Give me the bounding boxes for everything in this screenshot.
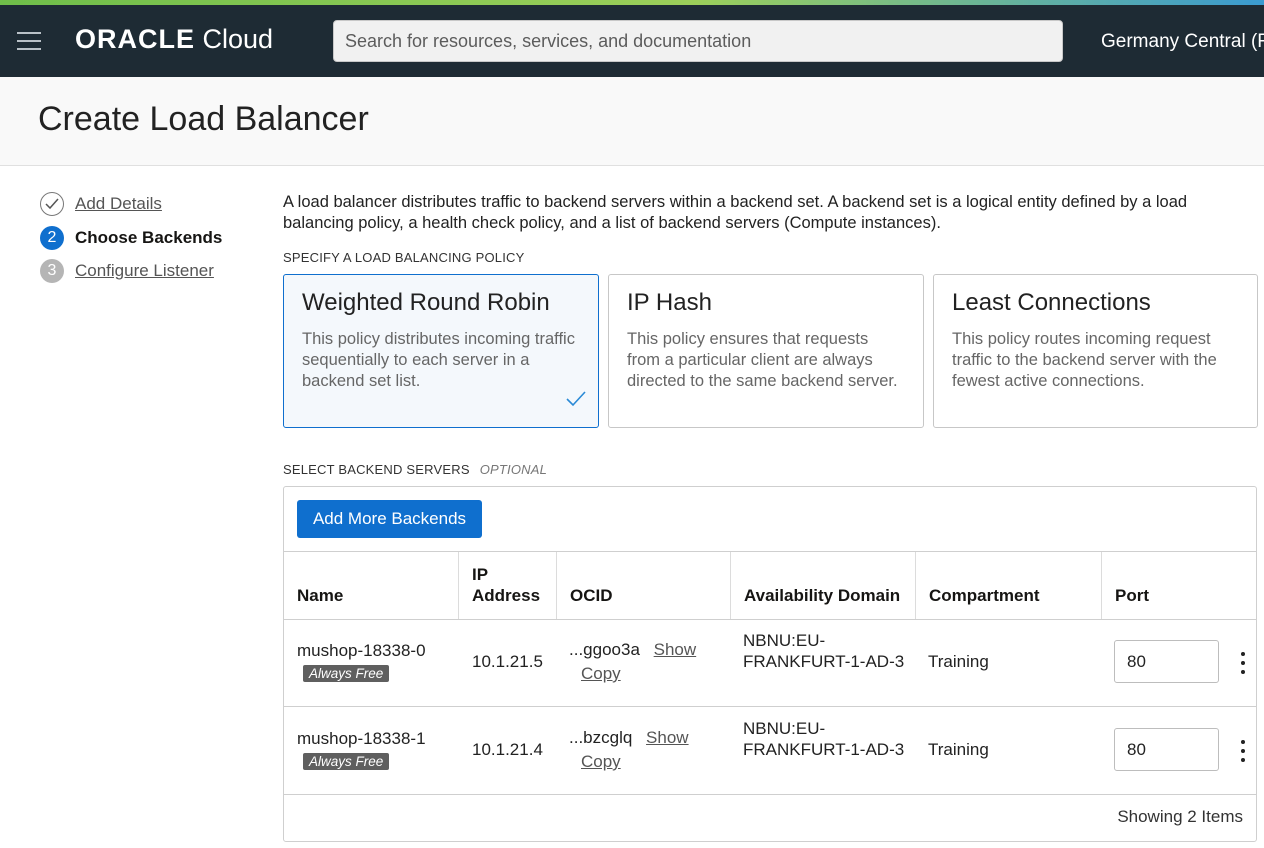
row-actions-icon[interactable] bbox=[1238, 652, 1248, 674]
compartment: Training bbox=[928, 740, 989, 759]
copy-ocid-link[interactable]: Copy bbox=[581, 752, 621, 771]
policy-description: This policy distributes incoming traffic… bbox=[302, 330, 575, 390]
table-header: Name IP Address OCID Availability Domain… bbox=[284, 551, 1256, 620]
step-label: Choose Backends bbox=[75, 228, 223, 247]
row-actions-icon[interactable] bbox=[1238, 740, 1248, 762]
step-label[interactable]: Add Details bbox=[75, 194, 162, 214]
add-more-backends-button[interactable]: Add More Backends bbox=[297, 500, 482, 538]
check-circle-icon bbox=[40, 192, 64, 216]
step-add-details[interactable]: Add Details bbox=[40, 191, 162, 217]
backend-name-text: mushop-18338-1 bbox=[297, 729, 426, 748]
table-row: mushop-18338-1 Always Free 10.1.21.4 ...… bbox=[284, 706, 1256, 795]
table-row: mushop-18338-0 Always Free 10.1.21.5 ...… bbox=[284, 618, 1256, 707]
backend-name: mushop-18338-1 Always Free bbox=[297, 729, 426, 771]
column-header-name[interactable]: Name bbox=[284, 552, 459, 619]
backend-name-text: mushop-18338-0 bbox=[297, 641, 426, 660]
column-header-port[interactable]: Port bbox=[1102, 552, 1256, 619]
policy-title: Least Connections bbox=[952, 289, 1151, 316]
region-selector[interactable]: Germany Central (F bbox=[1101, 31, 1264, 53]
top-navigation-bar: ORACLE Cloud Germany Central (F bbox=[0, 5, 1264, 77]
port-input[interactable] bbox=[1114, 640, 1219, 683]
optional-label: OPTIONAL bbox=[479, 462, 548, 477]
backend-section-heading: SELECT BACKEND SERVERS OPTIONAL bbox=[283, 462, 547, 477]
checkmark-icon bbox=[566, 387, 586, 413]
items-count: Showing 2 Items bbox=[1117, 807, 1243, 826]
logo-brand: ORACLE bbox=[75, 24, 195, 54]
compartment: Training bbox=[928, 652, 989, 671]
step-number: 2 bbox=[40, 226, 64, 250]
availability-domain: NBNU:EU-FRANKFURT-1-AD-3 bbox=[743, 631, 905, 671]
always-free-badge: Always Free bbox=[303, 753, 390, 770]
ocid-cell: ...bzcglq Show Copy bbox=[569, 728, 734, 776]
show-ocid-link[interactable]: Show bbox=[654, 640, 697, 659]
ip-address: 10.1.21.4 bbox=[472, 740, 543, 759]
column-header-ip-address[interactable]: IP Address bbox=[459, 552, 557, 619]
policy-card-weighted-round-robin[interactable]: Weighted Round Robin This policy distrib… bbox=[283, 274, 599, 428]
step-label[interactable]: Configure Listener bbox=[75, 261, 214, 281]
ocid-value: ...ggoo3a bbox=[569, 640, 640, 659]
step-configure-listener[interactable]: 3 Configure Listener bbox=[40, 258, 214, 284]
page-title: Create Load Balancer bbox=[38, 100, 369, 138]
step-choose-backends: 2 Choose Backends bbox=[40, 225, 222, 251]
backend-heading-text: SELECT BACKEND SERVERS bbox=[283, 462, 470, 477]
step-number: 3 bbox=[40, 259, 64, 283]
policy-title: Weighted Round Robin bbox=[302, 289, 550, 316]
column-header-ocid[interactable]: OCID bbox=[557, 552, 731, 619]
copy-ocid-link[interactable]: Copy bbox=[581, 664, 621, 683]
oracle-cloud-logo[interactable]: ORACLE Cloud bbox=[75, 24, 273, 55]
logo-product: Cloud bbox=[202, 24, 274, 54]
policy-card-ip-hash[interactable]: IP Hash This policy ensures that request… bbox=[608, 274, 924, 428]
backend-name: mushop-18338-0 Always Free bbox=[297, 641, 426, 683]
availability-domain: NBNU:EU-FRANKFURT-1-AD-3 bbox=[743, 719, 905, 759]
intro-text: A load balancer distributes traffic to b… bbox=[283, 193, 1188, 232]
column-header-compartment[interactable]: Compartment bbox=[916, 552, 1102, 619]
ocid-value: ...bzcglq bbox=[569, 728, 633, 747]
policy-title: IP Hash bbox=[627, 289, 712, 316]
policy-description: This policy routes incoming request traf… bbox=[952, 330, 1217, 390]
wizard-content: Add Details 2 Choose Backends 3 Configur… bbox=[0, 166, 1264, 848]
always-free-badge: Always Free bbox=[303, 665, 390, 682]
ip-address: 10.1.21.5 bbox=[472, 652, 543, 671]
search-input[interactable] bbox=[333, 20, 1063, 62]
ocid-cell: ...ggoo3a Show Copy bbox=[569, 640, 734, 688]
column-header-availability-domain[interactable]: Availability Domain bbox=[731, 552, 916, 619]
page-header: Create Load Balancer bbox=[0, 77, 1264, 166]
port-input[interactable] bbox=[1114, 728, 1219, 771]
policy-card-least-connections[interactable]: Least Connections This policy routes inc… bbox=[933, 274, 1258, 428]
show-ocid-link[interactable]: Show bbox=[646, 728, 689, 747]
menu-icon[interactable] bbox=[17, 32, 41, 50]
policy-section-heading: SPECIFY A LOAD BALANCING POLICY bbox=[283, 250, 525, 265]
policy-description: This policy ensures that requests from a… bbox=[627, 330, 898, 390]
backend-servers-table: Add More Backends Name IP Address OCID A… bbox=[283, 486, 1257, 842]
